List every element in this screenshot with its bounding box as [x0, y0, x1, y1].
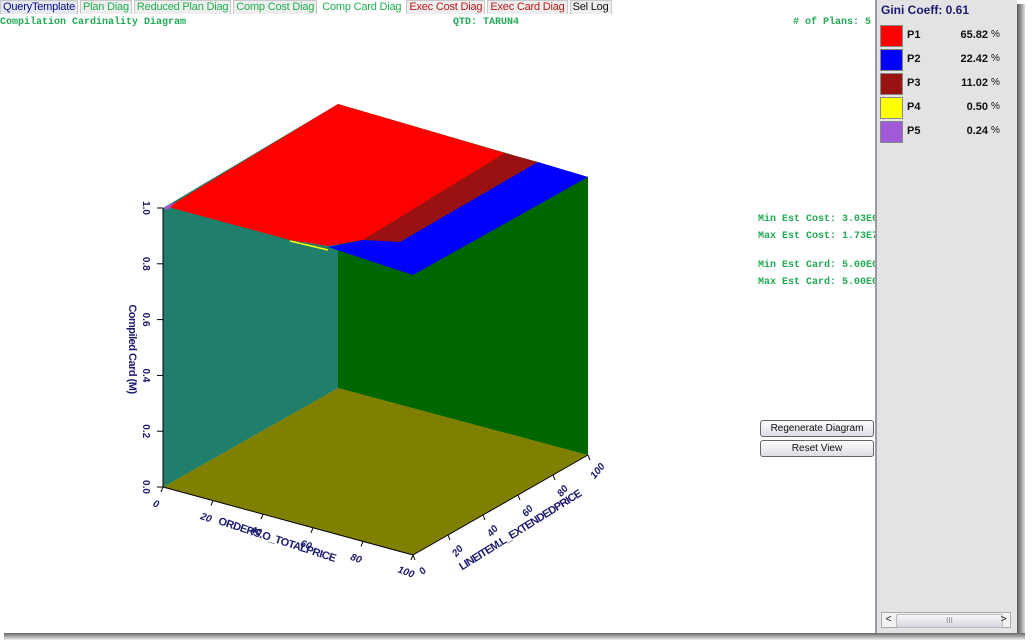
scroll-right-icon[interactable]: >: [997, 613, 1010, 627]
y-tick: [412, 554, 416, 561]
legend-plan-label: P3: [907, 77, 921, 89]
legend-item-p4: P4 0.50%: [880, 97, 1010, 119]
regenerate-diagram-button[interactable]: Regenerate Diagram: [760, 420, 874, 437]
legend-plan-unit: %: [991, 53, 1000, 64]
x-tick: [410, 554, 414, 561]
legend-swatch: [880, 25, 903, 47]
gini-coefficient: Gini Coeff: 0.61: [881, 3, 970, 17]
legend-plan-label: P1: [907, 29, 921, 41]
y-tick: [552, 474, 556, 481]
reset-view-button[interactable]: Reset View: [760, 440, 874, 457]
window-shadow-bottom: [4, 633, 1025, 640]
legend-plan-value: 65.82: [960, 29, 988, 41]
window-shadow-right: [1017, 4, 1025, 636]
x-tick: [260, 514, 264, 520]
legend-plan-value: 0.50: [966, 101, 988, 113]
plan-count: # of Plans: 5: [793, 17, 872, 28]
z-tick-label: 0.8: [140, 257, 151, 271]
x-tick: [160, 486, 164, 493]
y-tick: [587, 454, 591, 461]
x-tick: [210, 500, 214, 506]
legend-plan-unit: %: [991, 77, 1000, 88]
z-axis-label: Compiled Card (M): [126, 304, 138, 394]
max-est-card: Max Est Card: 5.00E0: [758, 277, 879, 288]
z-tick-label: 0.2: [140, 424, 151, 438]
max-est-cost: Max Est Cost: 1.73E7: [758, 231, 879, 242]
legend-swatch: [880, 97, 903, 119]
y-tick: [517, 494, 521, 501]
z-tick-label: 0.4: [140, 368, 151, 382]
z-tick-label: 0.0: [140, 480, 151, 494]
legend-plan-unit: %: [991, 101, 1000, 112]
y-tick-label: 100: [589, 461, 608, 481]
legend-panel: Gini Coeff: 0.61 P1 65.82% P2 22.42% P3 11.02…: [875, 0, 1017, 633]
legend-plan-value: 0.24: [966, 125, 988, 137]
x-tick-label: 100: [396, 565, 416, 581]
scroll-thumb[interactable]: III: [896, 614, 1003, 628]
y-tick-label: 0: [417, 565, 429, 577]
x-tick-label: 20: [198, 511, 214, 526]
y-tick: [447, 534, 451, 541]
x-tick: [310, 527, 314, 533]
y-tick: [482, 514, 486, 521]
legend-plan-unit: %: [991, 125, 1000, 136]
legend-swatch: [880, 121, 903, 143]
legend-plan-value: 22.42: [960, 53, 988, 65]
x-tick-label: 0: [151, 499, 160, 511]
scroll-left-icon[interactable]: <: [882, 613, 895, 627]
legend-item-p3: P3 11.02%: [880, 73, 1010, 95]
horizontal-scrollbar[interactable]: < III >: [881, 612, 1011, 628]
cardinality-3d-chart[interactable]: 0.0 0.2 0.4 0.6 0.8 1.0 Compiled Card (M) 0 20…: [0, 0, 760, 620]
legend-swatch: [880, 49, 903, 71]
min-est-cost: Min Est Cost: 3.03E6: [758, 214, 879, 225]
legend-plan-label: P5: [907, 125, 921, 137]
legend-plan-value: 11.02: [961, 77, 988, 89]
min-est-card: Min Est Card: 5.00E0: [758, 260, 879, 271]
y-tick-label: 20: [450, 543, 467, 560]
legend-plan-label: P2: [907, 53, 921, 65]
z-tick-label: 1.0: [140, 201, 151, 215]
legend-item-p2: P2 22.42%: [880, 49, 1010, 71]
legend-item-p5: P5 0.24%: [880, 121, 1010, 143]
legend-plan-unit: %: [991, 29, 1000, 40]
legend-plan-label: P4: [907, 101, 921, 113]
legend-item-p1: P1 65.82%: [880, 25, 1010, 47]
x-tick: [360, 541, 364, 547]
z-tick-label: 0.6: [140, 313, 151, 327]
x-tick-label: 80: [349, 552, 364, 566]
legend-swatch: [880, 73, 903, 95]
